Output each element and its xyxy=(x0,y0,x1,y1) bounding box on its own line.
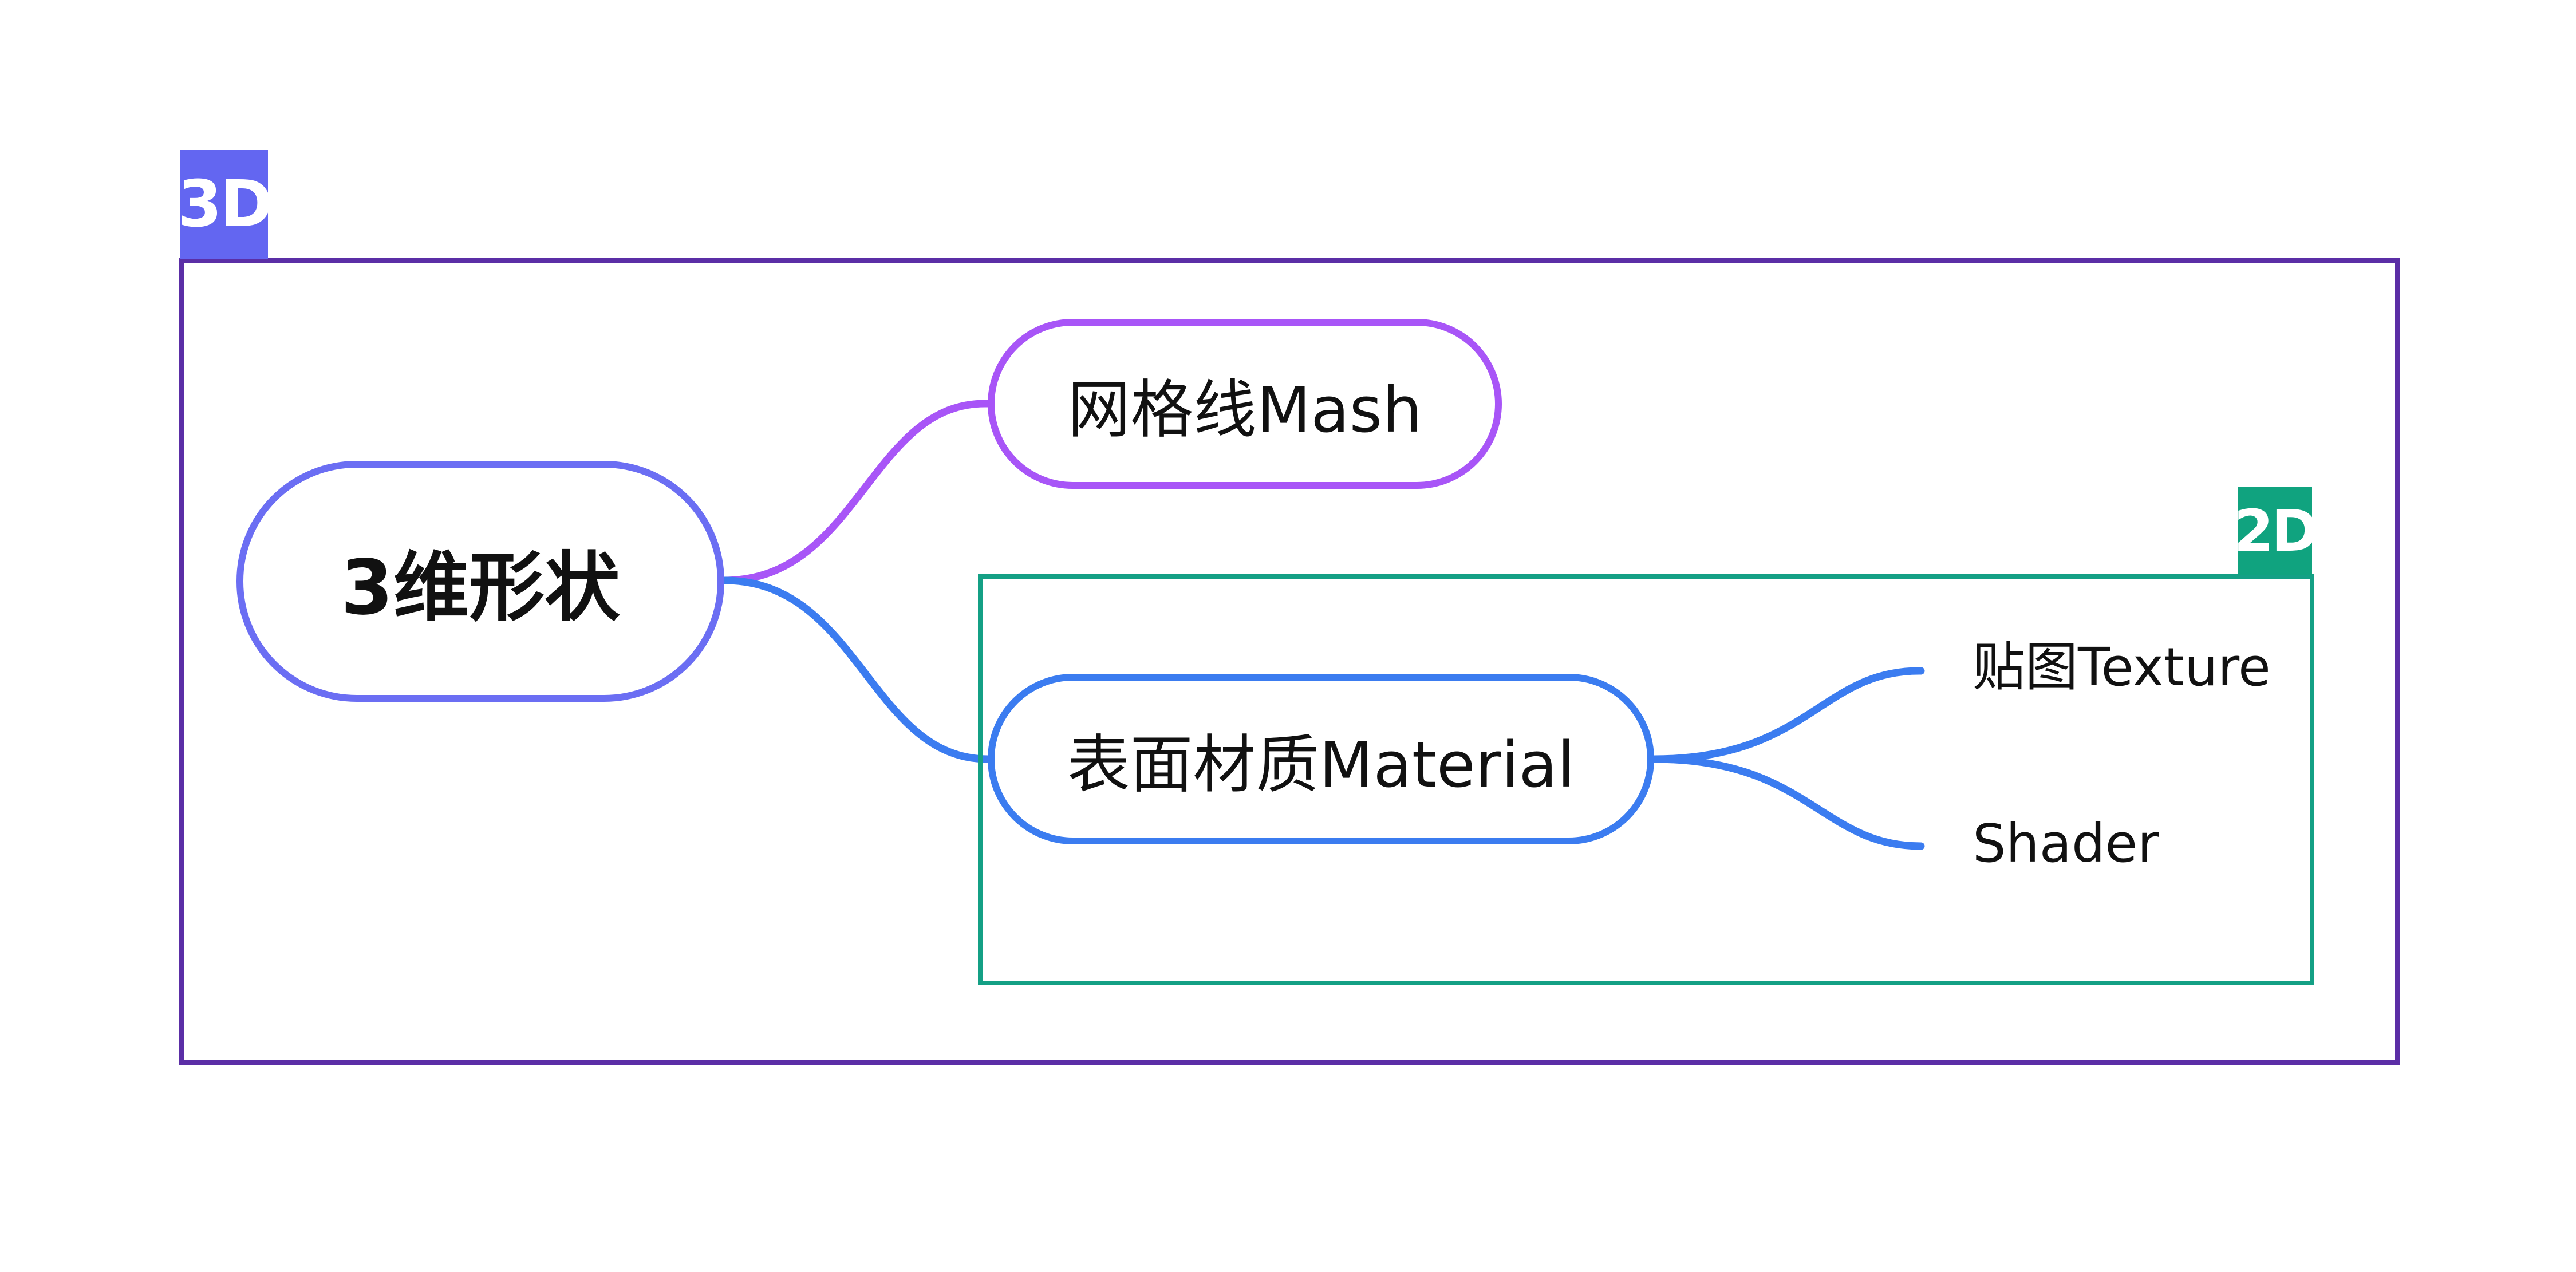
mind-map-canvas: 3D 2D 3维形状 网格线Mash 表面材质Material 贴图Textur… xyxy=(0,0,2576,1272)
shader-subtopic[interactable]: Shader xyxy=(1973,817,2159,870)
material-topic-label: 表面材质Material xyxy=(1067,728,1575,801)
root-topic-label: 3维形状 xyxy=(341,544,620,632)
mesh-topic-node[interactable]: 网格线Mash xyxy=(988,319,1502,489)
boundary-2d-label[interactable]: 2D xyxy=(2234,487,2319,575)
material-topic-node[interactable]: 表面材质Material xyxy=(988,674,1654,844)
texture-subtopic[interactable]: 贴图Texture xyxy=(1973,641,2271,694)
boundary-3d-label[interactable]: 3D xyxy=(177,150,273,259)
root-topic-node[interactable]: 3维形状 xyxy=(236,461,724,702)
mesh-topic-label: 网格线Mash xyxy=(1067,373,1422,447)
